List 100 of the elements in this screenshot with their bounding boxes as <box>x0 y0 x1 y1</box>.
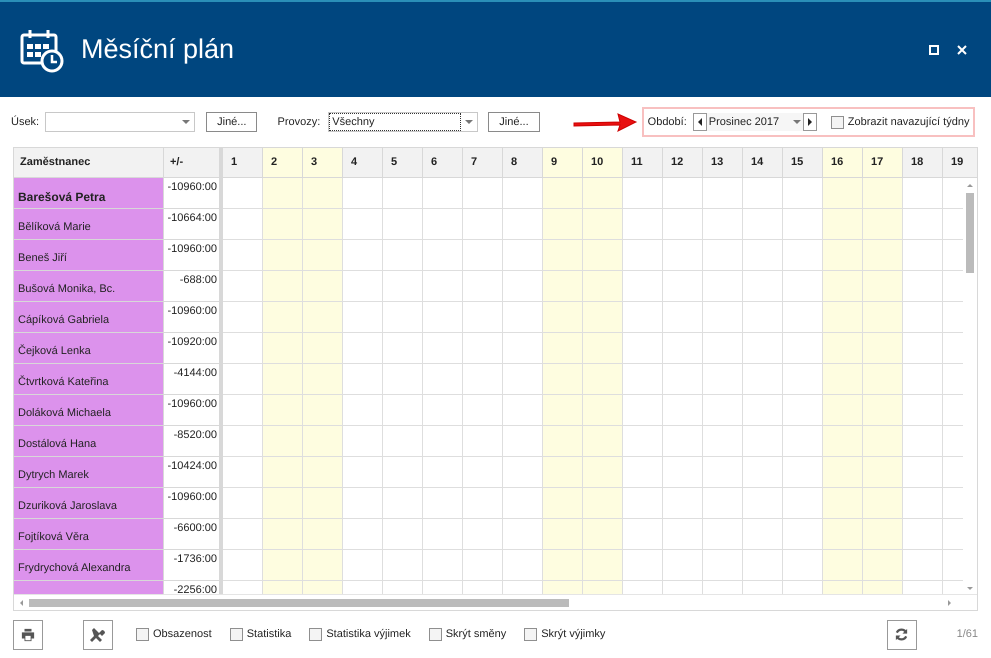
employee-cell[interactable]: Čejková Lenka <box>14 333 164 364</box>
day-cell[interactable] <box>303 302 343 333</box>
day-cell[interactable] <box>703 426 743 457</box>
day-cell[interactable] <box>423 488 463 519</box>
day-cell[interactable] <box>303 488 343 519</box>
day-cell[interactable] <box>383 271 423 302</box>
day-cell[interactable] <box>463 364 503 395</box>
other-button[interactable]: Jiné... <box>488 112 540 132</box>
next-button[interactable] <box>802 113 817 131</box>
day-cell[interactable] <box>583 395 623 426</box>
day-cell[interactable] <box>663 240 703 271</box>
day-cell[interactable] <box>343 364 383 395</box>
day-cell[interactable] <box>623 550 663 581</box>
day-cell[interactable] <box>743 209 783 240</box>
day-header[interactable]: 3 <box>303 148 343 177</box>
day-cell[interactable] <box>623 333 663 364</box>
day-cell[interactable] <box>383 457 423 488</box>
day-cell[interactable] <box>863 209 903 240</box>
day-cell[interactable] <box>543 426 583 457</box>
day-cell[interactable] <box>343 550 383 581</box>
day-cell[interactable] <box>303 457 343 488</box>
employee-cell[interactable]: Beneš Jiří <box>14 240 164 271</box>
day-cell[interactable] <box>663 333 703 364</box>
day-cell[interactable] <box>743 519 783 550</box>
day-cell[interactable] <box>703 178 743 209</box>
day-cell[interactable] <box>863 550 903 581</box>
day-cell[interactable] <box>863 519 903 550</box>
day-cell[interactable] <box>543 488 583 519</box>
day-cell[interactable] <box>263 395 303 426</box>
day-cell[interactable] <box>583 240 623 271</box>
column-header[interactable]: +/- <box>164 148 223 177</box>
employee-cell[interactable]: Dostálová Hana <box>14 426 164 457</box>
day-cell[interactable] <box>263 519 303 550</box>
day-cell[interactable] <box>463 302 503 333</box>
day-cell[interactable] <box>303 550 343 581</box>
day-cell[interactable] <box>383 333 423 364</box>
day-cell[interactable] <box>423 271 463 302</box>
day-header[interactable]: 4 <box>343 148 383 177</box>
day-cell[interactable] <box>423 457 463 488</box>
day-cell[interactable] <box>663 302 703 333</box>
employee-cell[interactable]: Doláková Michaela <box>14 395 164 426</box>
day-cell[interactable] <box>663 457 703 488</box>
day-cell[interactable] <box>703 271 743 302</box>
day-cell[interactable] <box>303 209 343 240</box>
day-cell[interactable] <box>663 488 703 519</box>
day-cell[interactable] <box>543 178 583 209</box>
day-cell[interactable] <box>343 178 383 209</box>
day-cell[interactable] <box>623 426 663 457</box>
day-cell[interactable] <box>303 178 343 209</box>
day-cell[interactable] <box>663 550 703 581</box>
day-cell[interactable] <box>743 488 783 519</box>
day-cell[interactable] <box>823 550 863 581</box>
day-cell[interactable] <box>303 271 343 302</box>
day-cell[interactable] <box>703 302 743 333</box>
day-cell[interactable] <box>863 178 903 209</box>
day-cell[interactable] <box>743 457 783 488</box>
day-cell[interactable] <box>463 209 503 240</box>
day-cell[interactable] <box>303 395 343 426</box>
day-cell[interactable] <box>823 364 863 395</box>
day-cell[interactable] <box>543 364 583 395</box>
day-header[interactable]: 16 <box>823 148 863 177</box>
day-cell[interactable] <box>623 209 663 240</box>
day-cell[interactable] <box>543 519 583 550</box>
day-cell[interactable] <box>903 240 943 271</box>
day-cell[interactable] <box>823 395 863 426</box>
day-header[interactable]: 17 <box>863 148 903 177</box>
day-cell[interactable] <box>663 519 703 550</box>
day-cell[interactable] <box>383 302 423 333</box>
day-cell[interactable] <box>663 178 703 209</box>
close-button[interactable] <box>955 42 969 56</box>
day-cell[interactable] <box>903 271 943 302</box>
day-cell[interactable] <box>463 240 503 271</box>
day-cell[interactable] <box>663 209 703 240</box>
day-cell[interactable] <box>583 457 623 488</box>
day-cell[interactable] <box>423 209 463 240</box>
day-cell[interactable] <box>823 178 863 209</box>
day-header[interactable]: 10 <box>583 148 623 177</box>
day-cell[interactable] <box>743 178 783 209</box>
day-cell[interactable] <box>903 519 943 550</box>
day-cell[interactable] <box>703 488 743 519</box>
day-cell[interactable] <box>903 488 943 519</box>
day-cell[interactable] <box>703 519 743 550</box>
day-cell[interactable] <box>383 519 423 550</box>
day-cell[interactable] <box>743 333 783 364</box>
day-cell[interactable] <box>863 333 903 364</box>
day-cell[interactable] <box>383 240 423 271</box>
employee-cell[interactable]: Frydrychová Alexandra <box>14 550 164 581</box>
period-dropdown[interactable]: Prosinec 2017 <box>706 113 803 131</box>
employee-cell[interactable]: Dytrych Marek <box>14 457 164 488</box>
day-cell[interactable] <box>263 364 303 395</box>
day-cell[interactable] <box>583 364 623 395</box>
day-cell[interactable] <box>623 488 663 519</box>
day-cell[interactable] <box>583 488 623 519</box>
maximize-button[interactable] <box>927 42 941 56</box>
day-cell[interactable] <box>903 209 943 240</box>
day-cell[interactable] <box>623 271 663 302</box>
day-cell[interactable] <box>823 519 863 550</box>
day-header[interactable]: 19 <box>943 148 977 177</box>
day-cell[interactable] <box>383 395 423 426</box>
day-cell[interactable] <box>463 333 503 364</box>
